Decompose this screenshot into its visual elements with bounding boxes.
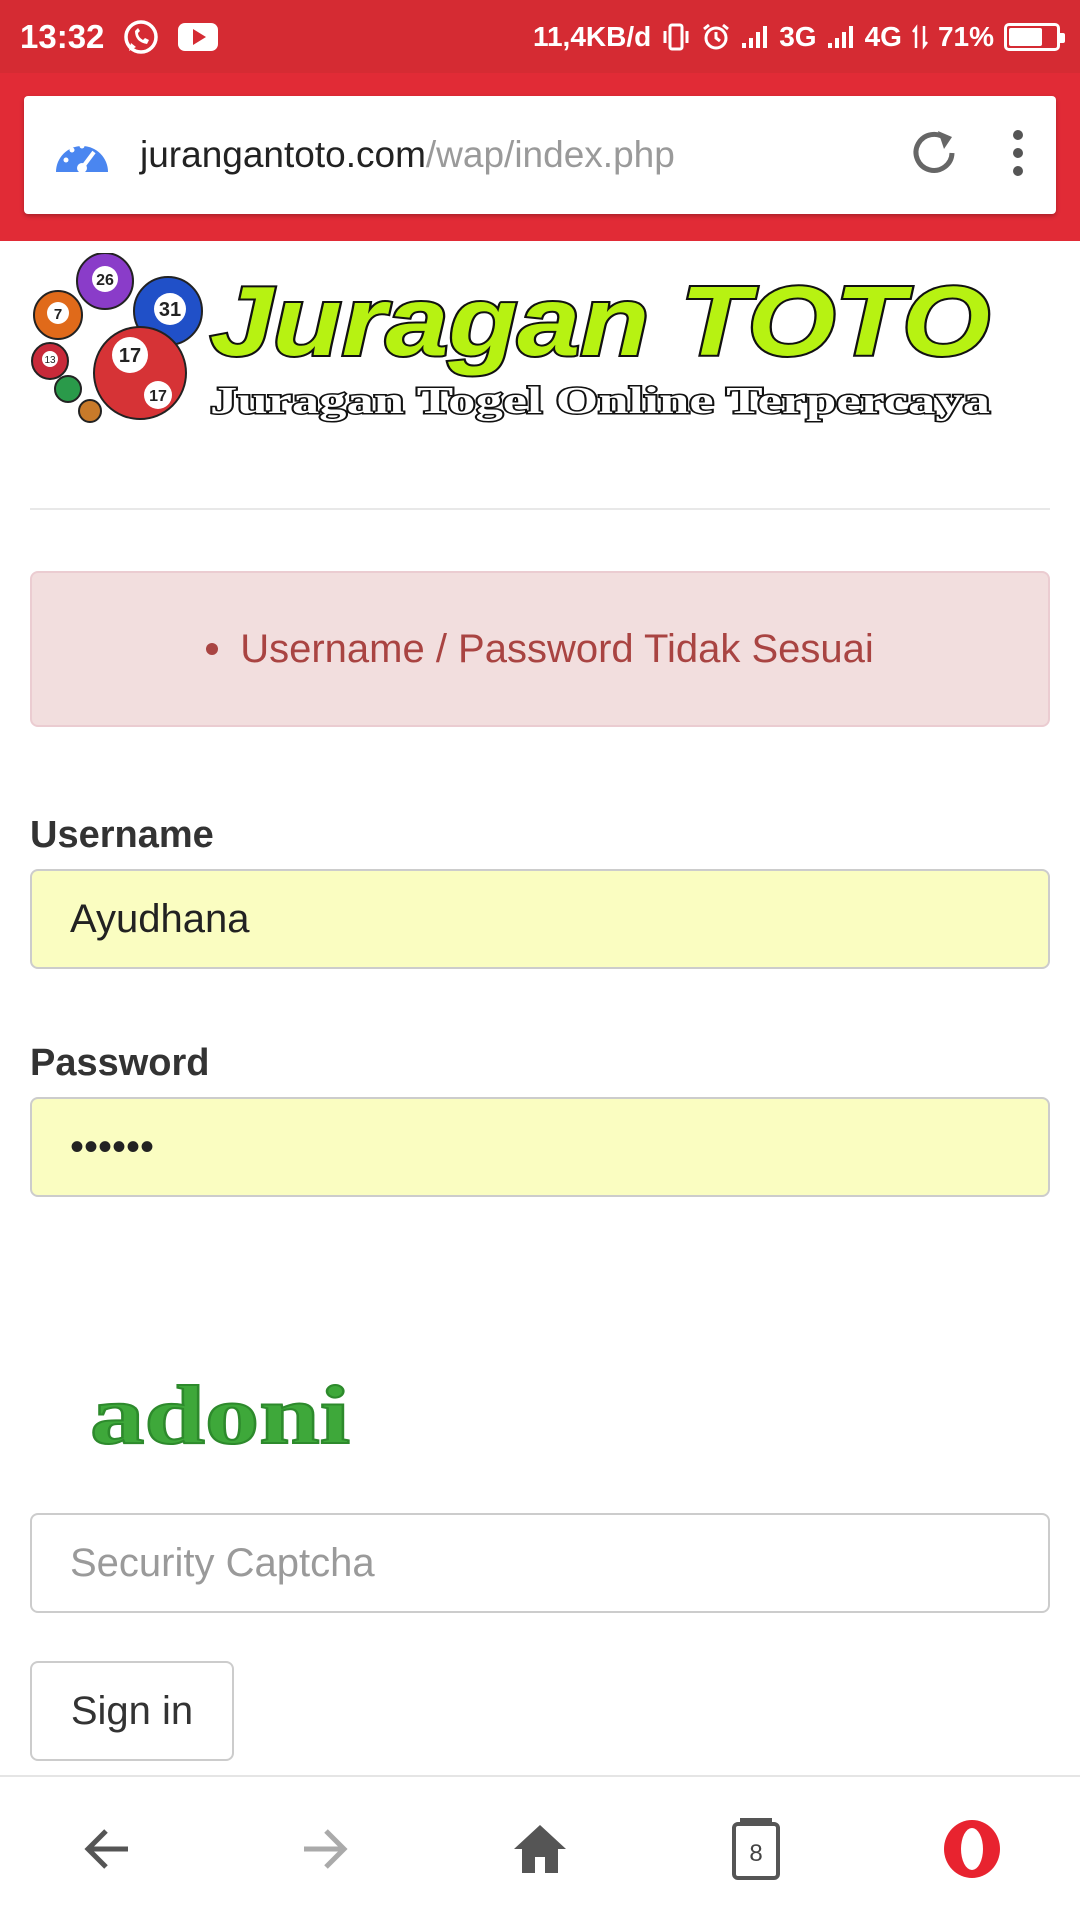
battery-percent: 71% — [937, 20, 994, 52]
network-speed: 11,4KB/d — [532, 20, 652, 52]
password-label: Password — [30, 1042, 210, 1084]
signal-icon — [741, 25, 769, 49]
signal-icon-2 — [827, 25, 855, 49]
divider — [30, 508, 1050, 510]
network-type-1: 3G — [779, 20, 817, 52]
data-activity-icon — [911, 23, 928, 50]
ball-label: 17 — [149, 388, 167, 405]
youtube-icon — [178, 22, 219, 51]
ball-label: 7 — [54, 306, 62, 323]
ball-label: 26 — [96, 272, 114, 289]
whatsapp-icon — [122, 18, 160, 56]
status-bar: 13:32 11,4KB/d 3G 4G 71% — [0, 0, 1080, 73]
menu-icon[interactable] — [1008, 127, 1028, 184]
opera-icon[interactable] — [917, 1794, 1027, 1904]
url-domain: jurangantoto.com — [140, 134, 426, 175]
clock: 13:32 — [20, 17, 105, 55]
sign-in-button[interactable]: Sign in — [30, 1661, 234, 1761]
bottom-navigation: 8 — [0, 1775, 1080, 1920]
captcha-text: adoni — [90, 1369, 350, 1462]
site-logo[interactable]: 26 31 7 17 17 13 Juragan TOTO Juragan To… — [30, 252, 1000, 433]
captcha-input[interactable]: Security Captcha — [30, 1513, 1050, 1613]
error-alert: Username / Password Tidak Sesuai — [30, 571, 1050, 727]
tabs-count: 8 — [749, 1840, 762, 1867]
ball-label: 31 — [159, 299, 181, 321]
alarm-icon — [701, 22, 731, 52]
reload-icon[interactable] — [908, 127, 960, 184]
vibrate-icon — [661, 22, 691, 52]
ball-label: 13 — [44, 355, 56, 366]
username-input[interactable]: Ayudhana — [30, 869, 1050, 969]
home-icon[interactable] — [485, 1794, 595, 1904]
browser-toolbar: jurangantoto.com/wap/index.php — [0, 73, 1080, 241]
network-type-2: 4G — [864, 20, 902, 52]
ball-label: 17 — [119, 345, 141, 367]
back-icon[interactable] — [53, 1794, 163, 1904]
web-page: 26 31 7 17 17 13 Juragan TOTO Juragan To… — [0, 241, 1080, 1775]
alert-message: Username / Password Tidak Sesuai — [240, 626, 874, 671]
password-input[interactable]: •••••• — [30, 1097, 1050, 1197]
lottery-balls-graphic: 26 31 7 17 17 13 — [31, 252, 203, 423]
captcha-image: adoni — [80, 1351, 370, 1471]
url-path: /wap/index.php — [425, 134, 675, 175]
speedometer-icon[interactable] — [52, 128, 112, 183]
address-bar[interactable]: jurangantoto.com/wap/index.php — [24, 96, 1056, 214]
bullet-icon — [206, 643, 219, 655]
battery-icon — [1004, 22, 1065, 51]
forward-icon[interactable] — [269, 1794, 379, 1904]
username-label: Username — [30, 814, 214, 856]
url-text[interactable]: jurangantoto.com/wap/index.php — [140, 134, 675, 176]
tabs-icon[interactable]: 8 — [701, 1794, 811, 1904]
logo-title: Juragan TOTO — [210, 266, 990, 376]
logo-subtitle: Juragan Togel Online Terpercaya — [210, 380, 990, 422]
